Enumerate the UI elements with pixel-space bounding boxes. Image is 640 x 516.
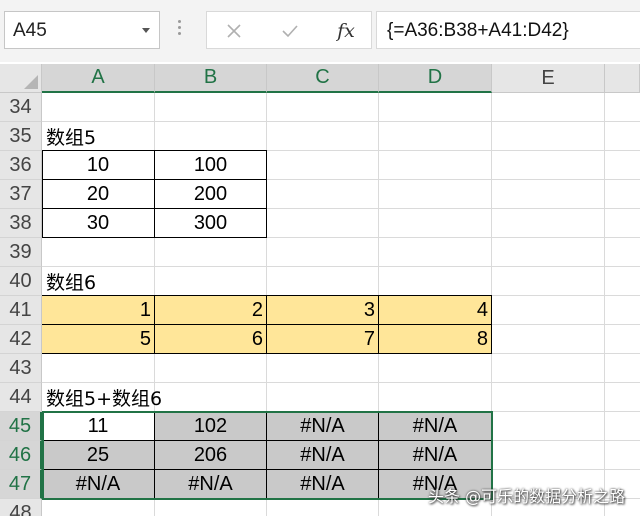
cell-b45[interactable]: 102 xyxy=(155,412,267,441)
cell-d45[interactable]: #N/A xyxy=(379,412,492,441)
formula-input[interactable]: {=A36:B38+A41:D42} xyxy=(376,11,640,49)
select-all-button[interactable] xyxy=(0,64,42,93)
cell-area[interactable]: 数组5 10 100 20 200 30 300 数组6 1 2 3 4 5 6… xyxy=(42,93,640,516)
row-header-48[interactable]: 48 xyxy=(0,499,42,516)
row-header-36[interactable]: 36 xyxy=(0,151,42,180)
cancel-button[interactable] xyxy=(219,16,249,46)
chevron-down-icon[interactable] xyxy=(142,28,150,33)
function-icon: fx xyxy=(337,20,355,42)
cell-a45-active[interactable]: 11 xyxy=(42,412,155,441)
cell-d41[interactable]: 4 xyxy=(379,296,492,325)
cell-b36[interactable]: 100 xyxy=(155,151,267,180)
formula-buttons: fx xyxy=(206,11,372,49)
row-header-45[interactable]: 45 xyxy=(0,412,42,441)
cell-a37[interactable]: 20 xyxy=(42,180,155,209)
watermark-text: 头条 @可乐的数据分析之路 xyxy=(428,487,626,506)
column-header-b[interactable]: B xyxy=(155,64,267,93)
row-header-37[interactable]: 37 xyxy=(0,180,42,209)
column-header-f[interactable] xyxy=(605,64,640,93)
formula-text: {=A36:B38+A41:D42} xyxy=(387,20,569,41)
cell-c41[interactable]: 3 xyxy=(267,296,379,325)
cell-a35-label[interactable]: 数组5 xyxy=(42,122,266,151)
cell-c42[interactable]: 7 xyxy=(267,325,379,354)
close-icon xyxy=(227,24,241,38)
cell-a40-label[interactable]: 数组6 xyxy=(42,267,266,296)
cell-a47[interactable]: #N/A xyxy=(42,470,155,499)
cell-c46[interactable]: #N/A xyxy=(267,441,379,470)
row-header-43[interactable]: 43 xyxy=(0,354,42,383)
enter-button[interactable] xyxy=(275,16,305,46)
cell-a41[interactable]: 1 xyxy=(42,296,155,325)
insert-function-button[interactable]: fx xyxy=(331,16,361,46)
row-header-47[interactable]: 47 xyxy=(0,470,42,499)
cell-b46[interactable]: 206 xyxy=(155,441,267,470)
column-header-c[interactable]: C xyxy=(267,64,379,93)
cell-a38[interactable]: 30 xyxy=(42,209,155,238)
row-header-46[interactable]: 46 xyxy=(0,441,42,470)
row-header-34[interactable]: 34 xyxy=(0,93,42,122)
row-header-40[interactable]: 40 xyxy=(0,267,42,296)
row-header-42[interactable]: 42 xyxy=(0,325,42,354)
row-header-35[interactable]: 35 xyxy=(0,122,42,151)
spreadsheet-grid: A B C D E 34 35 36 37 38 39 40 41 42 43 … xyxy=(0,64,640,516)
cell-b42[interactable]: 6 xyxy=(155,325,267,354)
formula-bar: A45 fx {=A36:B38+A41:D42} xyxy=(0,0,640,62)
cell-c45[interactable]: #N/A xyxy=(267,412,379,441)
cell-b41[interactable]: 2 xyxy=(155,296,267,325)
gridline xyxy=(604,93,605,516)
cell-a36[interactable]: 10 xyxy=(42,151,155,180)
row-header-39[interactable]: 39 xyxy=(0,238,42,267)
cell-a44-label[interactable]: 数组5+数组6 xyxy=(42,383,378,412)
row-header-44[interactable]: 44 xyxy=(0,383,42,412)
row-header-41[interactable]: 41 xyxy=(0,296,42,325)
cell-d42[interactable]: 8 xyxy=(379,325,492,354)
cell-b38[interactable]: 300 xyxy=(155,209,267,238)
check-icon xyxy=(282,25,298,38)
splitter-handle-icon[interactable] xyxy=(178,20,182,40)
name-box[interactable]: A45 xyxy=(4,11,160,49)
cell-c47[interactable]: #N/A xyxy=(267,470,379,499)
cell-b47[interactable]: #N/A xyxy=(155,470,267,499)
column-header-e[interactable]: E xyxy=(492,64,605,93)
cell-a42[interactable]: 5 xyxy=(42,325,155,354)
cell-b37[interactable]: 200 xyxy=(155,180,267,209)
row-header-38[interactable]: 38 xyxy=(0,209,42,238)
column-header-a[interactable]: A xyxy=(42,64,155,93)
name-box-value: A45 xyxy=(13,20,47,41)
column-header-d[interactable]: D xyxy=(379,64,492,93)
cell-a46[interactable]: 25 xyxy=(42,441,155,470)
cell-d46[interactable]: #N/A xyxy=(379,441,492,470)
